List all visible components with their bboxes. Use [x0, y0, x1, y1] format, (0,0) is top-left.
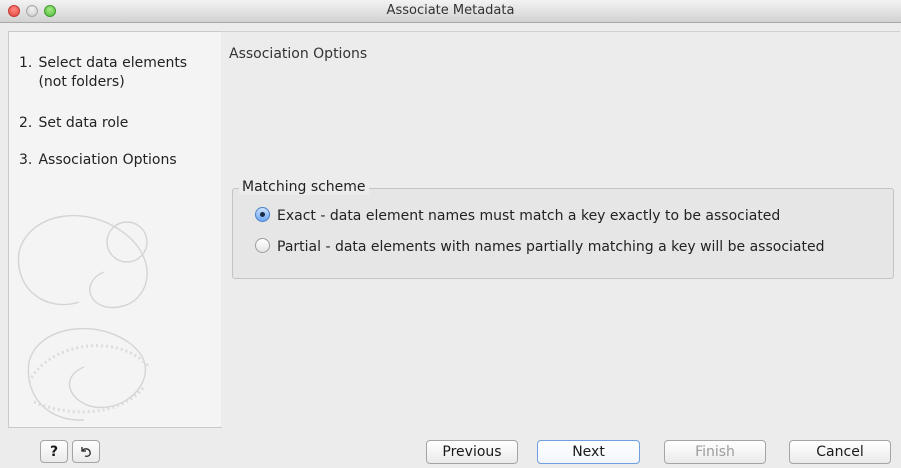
- main-content: Association Options Matching scheme Exac…: [221, 31, 900, 427]
- section-title: Association Options: [229, 46, 368, 62]
- decorative-swirl-logo: [17, 215, 151, 421]
- step-set-data-role: 2. Set data role: [19, 114, 128, 133]
- finish-button[interactable]: Finish: [664, 440, 766, 464]
- step-label: Association Options: [38, 152, 177, 168]
- step-select-data-elements: 1. Select data elements (not folders): [19, 54, 187, 92]
- reset-arrow-icon: [81, 446, 91, 457]
- title-bar[interactable]: Associate Metadata: [0, 0, 901, 23]
- step-number: 3.: [19, 152, 33, 168]
- radio-partial-label: Partial - data elements with names parti…: [277, 239, 825, 255]
- help-button[interactable]: ?: [40, 440, 68, 463]
- radio-partial[interactable]: Partial - data elements with names parti…: [255, 238, 824, 255]
- window-title: Associate Metadata: [386, 3, 515, 18]
- wizard-steps-panel: 1. Select data elements (not folders) 2. …: [8, 31, 222, 428]
- associate-metadata-dialog: Associate Metadata 1. Select data elemen…: [0, 0, 901, 468]
- step-association-options: 3. Association Options: [19, 151, 177, 170]
- previous-button[interactable]: Previous: [426, 440, 518, 464]
- step-number: 2.: [19, 115, 33, 131]
- step-label-continued: (not folders): [38, 74, 125, 90]
- cancel-button[interactable]: Cancel: [789, 440, 891, 464]
- matching-scheme-group: Matching scheme Exact - data element nam…: [232, 179, 894, 279]
- radio-button-selected[interactable]: [255, 207, 270, 222]
- step-label: Select data elements: [38, 55, 188, 71]
- radio-exact[interactable]: Exact - data element names must match a …: [255, 207, 780, 224]
- step-number: 1.: [19, 55, 33, 71]
- help-icon: ?: [49, 443, 59, 460]
- radio-exact-label: Exact - data element names must match a …: [277, 208, 781, 224]
- radio-button-unselected[interactable]: [255, 238, 270, 253]
- step-label: Set data role: [38, 115, 129, 131]
- matching-scheme-label: Matching scheme: [239, 179, 369, 195]
- reset-button[interactable]: [72, 440, 100, 463]
- next-button[interactable]: Next: [537, 440, 640, 464]
